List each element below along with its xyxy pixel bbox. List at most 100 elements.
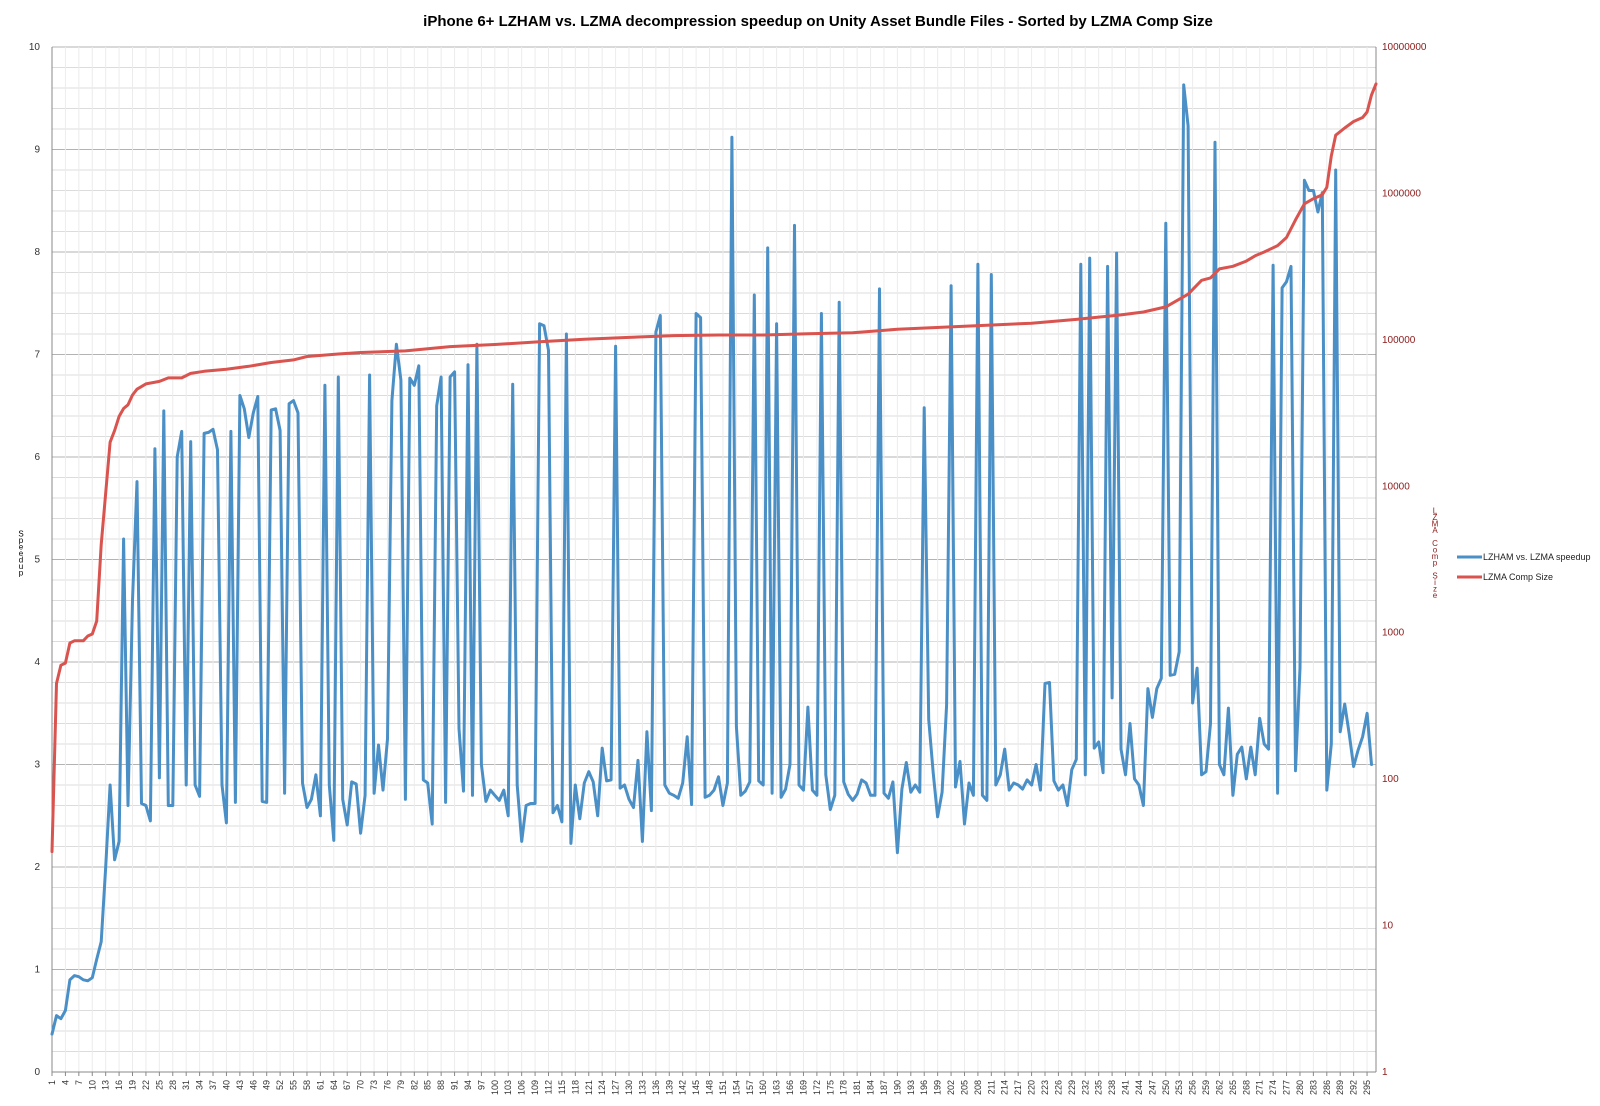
x-tick-label: 241 [1121,1080,1131,1095]
x-tick-label: 238 [1107,1080,1117,1095]
x-tick-label: 112 [544,1080,554,1094]
x-tick-label: 175 [825,1080,835,1095]
x-tick-label: 289 [1335,1080,1345,1095]
x-tick-label: 148 [705,1080,715,1095]
x-tick-label: 22 [141,1080,151,1090]
x-tick-label: 256 [1188,1080,1198,1095]
x-tick-label: 79 [396,1080,406,1090]
x-tick-label: 214 [1000,1080,1010,1095]
x-tick-label: 232 [1080,1080,1090,1095]
x-tick-label: 250 [1161,1080,1171,1095]
x-tick-label: 166 [785,1080,795,1095]
y2-tick-label: 10 [1382,921,1394,932]
x-tick-label: 220 [1027,1080,1037,1095]
x-tick-label: 193 [906,1080,916,1095]
x-tick-label: 127 [611,1080,621,1095]
x-tick-label: 211 [986,1080,996,1094]
x-tick-label: 262 [1214,1080,1224,1095]
x-tick-label: 133 [637,1080,647,1095]
x-tick-label: 253 [1174,1080,1184,1095]
x-tick-label: 103 [503,1080,513,1095]
x-tick-label: 247 [1147,1080,1157,1095]
y2-tick-label: 1000 [1382,628,1405,639]
x-tick-label: 46 [248,1080,258,1090]
y-tick-label: 7 [34,350,40,361]
chart-title: iPhone 6+ LZHAM vs. LZMA decompression s… [423,13,1213,30]
x-tick-label: 181 [852,1080,862,1095]
x-tick-label: 139 [664,1080,674,1095]
x-tick-label: 187 [879,1080,889,1095]
x-tick-label: 109 [530,1080,540,1095]
x-tick-label: 88 [436,1080,446,1090]
x-tick-label: 154 [731,1080,741,1095]
x-tick-label: 82 [409,1080,419,1090]
x-tick-label: 43 [235,1080,245,1090]
x-tick-label: 142 [678,1080,688,1095]
legend-label: LZMA Comp Size [1483,572,1553,582]
x-tick-label: 10 [87,1080,97,1090]
y-tick-label: 1 [34,965,40,976]
x-tick-label: 277 [1282,1080,1292,1095]
x-tick-label: 172 [812,1080,822,1095]
y2-tick-label: 1 [1382,1067,1388,1078]
grid-lines [51,46,1376,1073]
x-tick-label: 217 [1013,1080,1023,1095]
x-tick-label: 97 [476,1080,486,1090]
x-tick-label: 49 [262,1080,272,1090]
x-tick-label: 121 [584,1080,594,1095]
y2-tick-label: 10000 [1382,481,1410,492]
x-tick-label: 274 [1268,1080,1278,1095]
x-tick-label: 61 [315,1080,325,1090]
x-tick-label: 55 [289,1080,299,1090]
x-tick-label: 295 [1362,1080,1372,1095]
y-axis-title: Speedup [18,529,23,577]
y-tick-label: 5 [34,555,40,566]
x-tick-label: 25 [154,1080,164,1090]
y-tick-label: 4 [34,657,40,668]
x-tick-label: 94 [463,1080,473,1090]
x-tick-label: 151 [718,1080,728,1095]
y2-tick-label: 10000000 [1382,42,1427,53]
x-tick-label: 283 [1308,1080,1318,1095]
x-tick-label: 169 [798,1080,808,1095]
x-tick-label: 115 [557,1080,567,1094]
x-tick-label: 208 [973,1080,983,1095]
x-tick-label: 70 [356,1080,366,1090]
legend-label: LZHAM vs. LZMA speedup [1483,552,1591,562]
x-tick-label: 130 [624,1080,634,1095]
x-tick-label: 184 [866,1080,876,1095]
x-tick-label: 67 [342,1080,352,1090]
x-tick-label: 223 [1040,1080,1050,1095]
x-tick-label: 64 [329,1080,339,1090]
x-tick-label: 271 [1255,1080,1265,1095]
x-tick-label: 124 [597,1080,607,1095]
x-tick-label: 286 [1322,1080,1332,1095]
x-tick-label: 205 [959,1080,969,1095]
x-tick-label: 31 [181,1080,191,1090]
x-tick-label: 163 [772,1080,782,1095]
x-tick-label: 34 [195,1080,205,1090]
x-tick-label: 16 [114,1080,124,1090]
x-tick-label: 280 [1295,1080,1305,1095]
x-tick-label: 196 [919,1080,929,1095]
x-tick-label: 13 [101,1080,111,1090]
x-tick-label: 157 [745,1080,755,1095]
x-tick-label: 37 [208,1080,218,1090]
x-tick-label: 40 [221,1080,231,1090]
x-tick-label: 178 [839,1080,849,1095]
x-tick-label: 100 [490,1080,500,1095]
y-tick-label: 0 [34,1067,40,1078]
x-tick-label: 76 [382,1080,392,1090]
x-tick-label: 106 [517,1080,527,1095]
x-tick-label: 259 [1201,1080,1211,1095]
x-tick-label: 268 [1241,1080,1251,1095]
x-tick-label: 265 [1228,1080,1238,1095]
x-tick-label: 58 [302,1080,312,1090]
x-tick-label: 7 [74,1080,84,1085]
y2-tick-label: 1000000 [1382,188,1421,199]
x-tick-label: 229 [1067,1080,1077,1095]
x-tick-label: 244 [1134,1080,1144,1095]
y-tick-label: 8 [34,247,40,258]
x-tick-label: 145 [691,1080,701,1095]
line-chart: iPhone 6+ LZHAM vs. LZMA decompression s… [18,13,1591,1095]
